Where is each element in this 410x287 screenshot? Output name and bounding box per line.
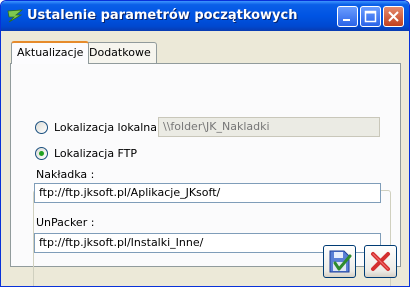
nakladka-label: Nakładka :	[36, 168, 95, 181]
close-button[interactable]	[383, 6, 404, 27]
tab-aktualizacje-label: Aktualizacje	[17, 46, 84, 59]
save-ok-icon	[329, 250, 352, 273]
ftp-location-label[interactable]: Lokalizacja FTP	[54, 147, 141, 160]
nakladka-field[interactable]: ftp://ftp.jksoft.pl/Aplikacje_JKsoft/	[34, 183, 381, 203]
cancel-x-icon	[371, 252, 390, 271]
client-area: Aktualizacje Dodatkowe Lokalizacja lokal…	[5, 31, 405, 286]
local-location-label[interactable]: Lokalizacja lokalna	[54, 121, 157, 134]
ftp-location-radio[interactable]	[35, 147, 48, 160]
local-path-field[interactable]: \\folder\JK_Nakladki	[158, 117, 380, 137]
cancel-button[interactable]	[364, 245, 397, 278]
tab-panel: Lokalizacja lokalna \\folder\JK_Nakladki…	[10, 63, 401, 286]
tab-dodatkowe[interactable]: Dodatkowe	[83, 42, 157, 63]
maximize-button[interactable]	[360, 6, 381, 27]
maximize-icon	[364, 10, 377, 23]
title-bar[interactable]: Ustalenie parametrów początkowych	[1, 1, 409, 31]
minimize-button[interactable]	[337, 6, 358, 27]
window-title: Ustalenie parametrów początkowych	[27, 8, 298, 23]
local-location-radio[interactable]	[35, 121, 48, 134]
tab-aktualizacje[interactable]: Aktualizacje	[11, 41, 90, 64]
ok-button[interactable]	[323, 245, 356, 278]
minimize-icon	[343, 19, 350, 21]
unpacker-label: UnPacker :	[36, 216, 95, 229]
close-icon	[388, 11, 399, 22]
dialog-window: Ustalenie parametrów początkowych Aktual…	[0, 0, 410, 287]
tab-dodatkowe-label: Dodatkowe	[89, 46, 151, 59]
app-logo-icon	[7, 9, 23, 23]
